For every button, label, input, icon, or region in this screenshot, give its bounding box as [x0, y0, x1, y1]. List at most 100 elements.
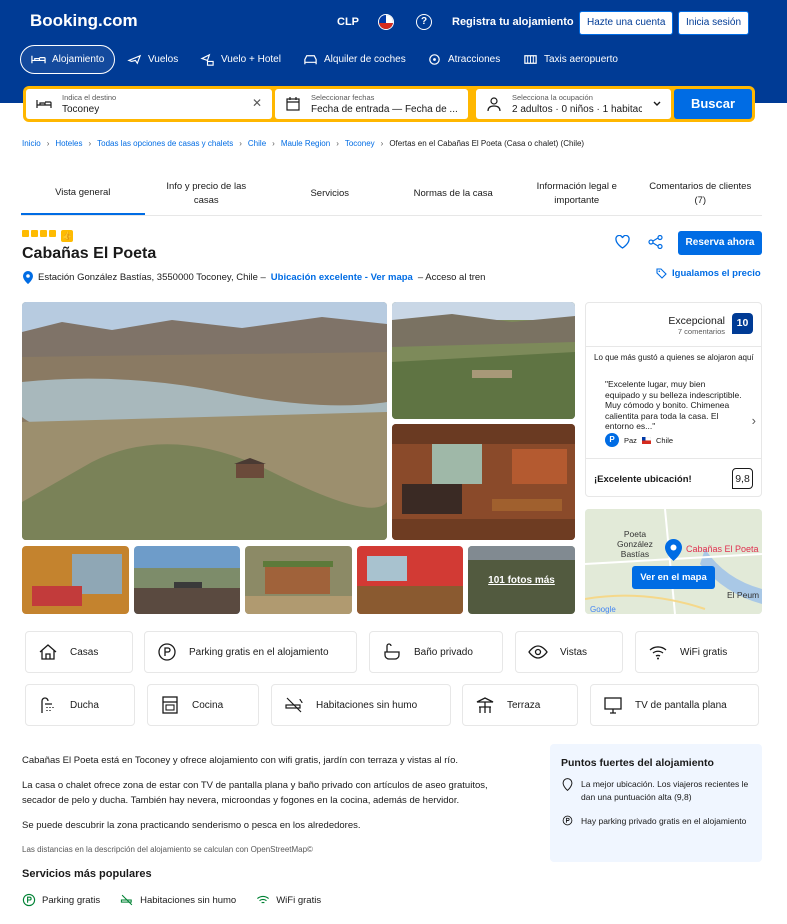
review-card[interactable]: Excepcional 7 comentarios 10 Lo que más …	[585, 302, 762, 497]
no-smoking-icon	[285, 697, 303, 713]
photo-aerial[interactable]	[392, 302, 575, 419]
photo-interior[interactable]	[392, 424, 575, 540]
breadcrumb-separator: ›	[239, 139, 242, 148]
review-score-badge: 10	[732, 313, 753, 334]
facility-chip: Baño privado	[369, 631, 503, 673]
breadcrumb-separator: ›	[88, 139, 92, 148]
tab-info-prices[interactable]: Info y precio de las casas	[145, 172, 269, 215]
more-photos-link[interactable]: 101 fotos más	[468, 546, 575, 614]
review-quote: "Excelente lugar, muy bien equipado y su…	[605, 379, 742, 431]
dates-value[interactable]: Fecha de entrada — Fecha de ...	[311, 104, 461, 115]
tab-reviews[interactable]: Comentarios de clientes (7)	[639, 172, 763, 215]
shower-icon	[41, 697, 54, 713]
main-photo[interactable]	[22, 302, 387, 540]
plane-icon	[127, 54, 142, 65]
chile-flag-icon[interactable]	[378, 14, 394, 30]
address-text: Estación González Bastías, 3550000 Tocon…	[38, 272, 266, 283]
nav-label: Vuelos	[148, 54, 179, 65]
popular-facilities-heading: Servicios más populares	[22, 868, 152, 880]
destination-value[interactable]: Toconey	[62, 104, 99, 115]
author-country: Chile	[655, 435, 674, 445]
tab-house-rules[interactable]: Normas de la casa	[392, 172, 516, 215]
occupancy-field[interactable]: Selecciona la ocupación 2 adultos · 0 ni…	[476, 89, 671, 119]
car-icon	[304, 55, 317, 65]
location-score-badge: 9,8	[732, 468, 753, 489]
bed-icon	[31, 55, 46, 64]
map-preview[interactable]: Poeta González Bastías Cabañas El Poeta Ve…	[585, 509, 762, 614]
breadcrumb-item[interactable]: Inicio	[22, 139, 41, 148]
price-match-link[interactable]: Igualamos el precio	[656, 268, 761, 279]
facility-chip: Habitaciones sin humo	[271, 684, 451, 726]
chile-flag-icon	[641, 436, 651, 444]
reserve-now-button[interactable]: Reserva ahora	[678, 231, 762, 255]
thumbs-up-icon[interactable]: 👍	[61, 230, 73, 242]
breadcrumb-item[interactable]: Hoteles	[55, 139, 82, 148]
clear-icon[interactable]: ✕	[252, 96, 262, 110]
person-icon	[487, 97, 501, 112]
photo-thumb-cabin[interactable]	[245, 546, 352, 614]
photo-thumb-kitchen[interactable]	[357, 546, 463, 614]
facility-chip: Ducha	[25, 684, 135, 726]
photo-thumb-terrace[interactable]	[134, 546, 240, 614]
map-pin-icon	[665, 539, 682, 561]
interior-photo	[392, 424, 575, 540]
kitchen-icon	[162, 696, 178, 714]
divider	[586, 346, 761, 347]
currency-selector[interactable]: CLP	[337, 16, 359, 28]
signup-button[interactable]: Hazte una cuenta	[579, 11, 674, 35]
property-title: Cabañas El Poeta	[22, 245, 157, 262]
facility-label: WiFi gratis	[680, 646, 728, 658]
map-pin-label: Cabañas El Poeta	[686, 544, 759, 554]
tab-facilities[interactable]: Servicios	[268, 172, 392, 215]
tab-overview[interactable]: Vista general	[21, 172, 145, 215]
tab-legal-info[interactable]: Información legal e importante	[515, 172, 639, 215]
register-property-link[interactable]: Registra tu alojamiento	[452, 16, 574, 28]
photo-thumb-more[interactable]: 101 fotos más	[468, 546, 575, 614]
share-icon[interactable]	[648, 235, 663, 249]
bath-icon	[384, 643, 400, 660]
review-liked-heading: Lo que más gustó a quienes se alojaron a…	[594, 353, 754, 362]
review-label: Excepcional	[668, 315, 725, 327]
facility-chip: Parking gratis en el alojamiento	[144, 631, 357, 673]
view-map-button[interactable]: Ver en el mapa	[632, 566, 715, 589]
property-actions	[615, 235, 663, 249]
search-bar: Indica el destino Toconey ✕ Seleccionar …	[23, 86, 755, 122]
house-icon	[39, 644, 57, 660]
breadcrumb-item[interactable]: Maule Region	[281, 139, 330, 148]
nav-tab-car-rental[interactable]: Alquiler de coches	[293, 45, 416, 74]
bedroom-photo	[22, 546, 129, 614]
map-place-label: Poeta González Bastías	[617, 529, 653, 559]
next-review-arrow-icon[interactable]: ›	[752, 413, 756, 428]
nav-tab-accommodation[interactable]: Alojamiento	[20, 45, 116, 74]
breadcrumb-item[interactable]: Toconey	[345, 139, 375, 148]
review-count[interactable]: 7 comentarios	[678, 327, 725, 336]
google-logo: Google	[590, 605, 616, 614]
dates-field[interactable]: Seleccionar fechas Fecha de entrada — Fe…	[275, 89, 468, 119]
location-map-link[interactable]: Ubicación excelente - Ver mapa	[271, 272, 413, 283]
facility-chip: Cocina	[147, 684, 259, 726]
heart-icon[interactable]	[615, 235, 630, 249]
breadcrumb-item[interactable]: Chile	[248, 139, 266, 148]
facility-label: Vistas	[560, 646, 588, 658]
signin-button[interactable]: Inicia sesión	[678, 11, 750, 35]
facility-label: Parking gratis en el alojamiento	[189, 646, 329, 658]
nav-tab-attractions[interactable]: Atracciones	[417, 45, 510, 74]
search-button[interactable]: Buscar	[674, 89, 752, 119]
parking-icon	[22, 893, 36, 907]
breadcrumb-item[interactable]: Todas las opciones de casas y chalets	[97, 139, 233, 148]
destination-field[interactable]: Indica el destino Toconey ✕	[26, 89, 272, 119]
nav-tab-airport-taxis[interactable]: Taxis aeropuerto	[513, 45, 628, 74]
tv-icon	[604, 697, 622, 714]
occupancy-value[interactable]: 2 adultos · 0 niños · 1 habitac	[512, 104, 642, 115]
landscape-photo	[22, 302, 387, 540]
help-icon[interactable]: ?	[416, 14, 432, 30]
nav-tab-flight-hotel[interactable]: Vuelo + Hotel	[190, 45, 291, 74]
facility-chip: Casas	[25, 631, 133, 673]
nav-tab-flights[interactable]: Vuelos	[117, 45, 188, 74]
booking-logo[interactable]: Booking.com	[30, 11, 138, 31]
facility-chip: TV de pantalla plana	[590, 684, 759, 726]
photo-thumb-bedroom[interactable]	[22, 546, 129, 614]
eye-icon	[528, 645, 548, 659]
facility-label: Casas	[70, 646, 99, 658]
destination-label: Indica el destino	[62, 93, 117, 102]
